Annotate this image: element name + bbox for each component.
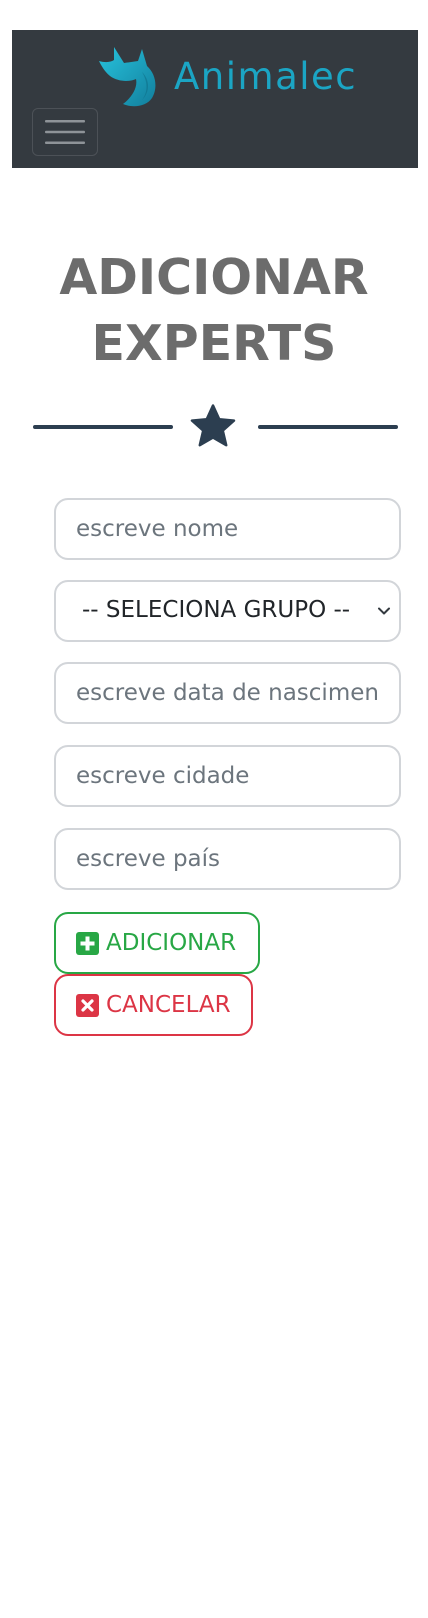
navbar: Animalec (12, 30, 418, 168)
name-input[interactable] (54, 498, 401, 560)
star-divider (33, 402, 398, 452)
group-select-value: -- SELECIONA GRUPO -- (82, 597, 351, 623)
plus-square-icon (76, 931, 99, 955)
page-title-line-2: EXPERTS (91, 315, 337, 372)
group-select[interactable]: -- SELECIONA GRUPO -- (54, 580, 401, 642)
city-input[interactable] (54, 745, 401, 807)
star-icon (190, 404, 236, 447)
birthdate-input[interactable] (54, 662, 401, 724)
add-button[interactable]: ADICIONAR (54, 912, 260, 974)
navbar-toggle-button[interactable] (32, 108, 98, 156)
brand-link[interactable]: Animalec (98, 44, 398, 108)
x-square-icon (76, 993, 99, 1017)
add-button-label: ADICIONAR (106, 930, 237, 956)
cancel-button[interactable]: CANCELAR (54, 974, 253, 1036)
divider-line-left (33, 425, 173, 429)
divider-line-right (258, 425, 398, 429)
fox-head-icon (99, 47, 156, 107)
page-title-line-1: ADICIONAR (59, 249, 369, 306)
chevron-down-icon (378, 607, 390, 615)
cancel-button-label: CANCELAR (106, 992, 231, 1018)
country-input[interactable] (54, 828, 401, 890)
page-title: ADICIONAR EXPERTS (0, 245, 428, 377)
brand-name: Animalec (174, 54, 358, 98)
hamburger-menu-icon (45, 120, 85, 144)
